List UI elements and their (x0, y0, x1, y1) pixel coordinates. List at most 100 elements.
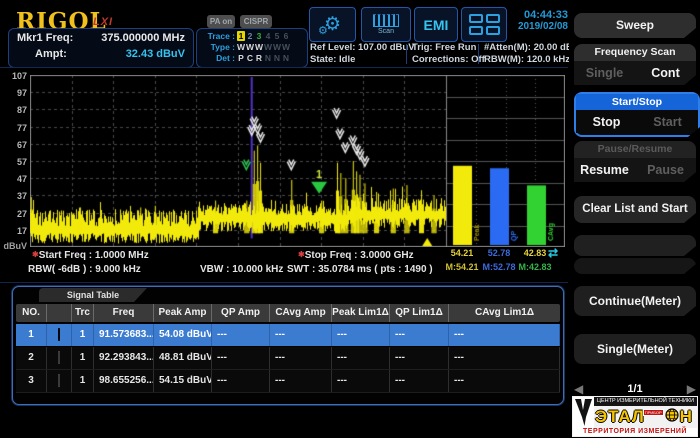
col-header-qp-amp: QP Amp (212, 304, 270, 322)
det-value: C (246, 53, 254, 63)
row-peak-lim: --- (332, 347, 390, 369)
start-stop-button[interactable]: Start/Stop Stop Start (574, 92, 700, 137)
trace-2-indicator[interactable]: 2 (246, 31, 254, 41)
col-header-cavg-amp: CAvg Amp (270, 304, 332, 322)
type-value: W (264, 42, 272, 52)
pa-on-button[interactable]: PA on (207, 15, 235, 28)
settings-info-strip: Ref Level: 107.00 dBuV State: Idle Trig:… (306, 42, 568, 66)
rbw-annotation: RBW( -6dB ) : 9.000 kHz (28, 264, 141, 275)
scan-button-label: Scan (378, 28, 394, 35)
emi-mode-button[interactable]: EMI (414, 7, 458, 42)
time-display: 04:44:33 (504, 9, 568, 21)
row-freq: 91.573683... (94, 324, 154, 346)
trig-readout: Trig: Free Run (412, 42, 485, 54)
row-peak-lim: --- (332, 370, 390, 392)
type-value: W (273, 42, 281, 52)
y-axis-tick: 87 (0, 105, 27, 115)
type-value: W (237, 42, 245, 52)
layout-view-button[interactable] (461, 7, 507, 42)
signal-table-header: NO. Trc Freq Peak Amp QP Amp CAvg Amp Pe… (16, 304, 560, 322)
trace-1-indicator[interactable]: 1 (237, 31, 245, 41)
freq-scan-single-option[interactable]: Single (574, 66, 635, 80)
row-cavg-amp: --- (270, 324, 332, 346)
row-qp-amp: --- (212, 370, 270, 392)
clear-list-and-start-button[interactable]: Clear List and Start (574, 196, 696, 223)
det-value: P (237, 53, 245, 63)
table-row-1[interactable]: 1 1 91.573683... 54.08 dBuV --- --- --- … (16, 324, 560, 346)
table-row-2[interactable]: 2 1 92.293843... 48.81 dBuV --- --- --- … (16, 347, 560, 370)
trace-4-indicator[interactable]: 4 (264, 31, 272, 41)
start-option[interactable]: Start (637, 115, 698, 129)
spectrum-table-divider (0, 282, 568, 283)
scan-mode-button[interactable]: Scan (361, 7, 411, 42)
clock: 04:44:33 2019/02/08 (504, 9, 568, 32)
uncal-star-icon: ✱ (298, 250, 305, 259)
checkbox[interactable] (58, 374, 60, 387)
marker-freq-value: 375.000000 MHz (101, 32, 185, 44)
spectrum-plot (30, 75, 565, 247)
softkey-menu: Sweep Frequency Scan Single Cont Start/S… (569, 0, 700, 438)
checkbox[interactable] (58, 351, 60, 364)
signal-table-tab[interactable]: Signal Table (39, 288, 147, 302)
col-header-cavg-lim: CAvg Lim1Δ (449, 304, 560, 322)
trace-5-indicator[interactable]: 5 (273, 31, 281, 41)
y-axis-tick: 97 (0, 88, 27, 98)
table-row-3[interactable]: 3 1 98.655256... 54.15 dBuV --- --- --- … (16, 370, 560, 393)
y-axis-tick: 37 (0, 191, 27, 201)
marker-freq-row: Mkr1 Freq: 375.000000 MHz (17, 32, 185, 44)
etalon-watermark: ЦЕНТР ИЗМЕРИТЕЛЬНОЙ ТЕХНИКИ ЭТАЛ ПРИБОР … (572, 396, 698, 437)
row-qp-amp: --- (212, 347, 270, 369)
marker-ampt-row: Ampt: 32.43 dBuV (17, 48, 185, 60)
watermark-bottom-text: ТЕРРИТОРИЯ ИЗМЕРЕНИЙ (573, 428, 697, 436)
row-check-cell[interactable] (47, 324, 72, 346)
cispr-button[interactable]: CISPR (240, 15, 272, 28)
col-header-no: NO. (16, 304, 47, 322)
trace-numbers-row: Trace :123456 (201, 31, 305, 41)
emi-button-label: EMI (424, 17, 449, 33)
continue-meter-button[interactable]: Continue(Meter) (574, 286, 696, 316)
row-check-cell[interactable] (47, 347, 72, 369)
det-value: R (255, 53, 263, 63)
globe-icon (665, 408, 679, 427)
pause-option[interactable]: Pause (635, 163, 696, 177)
ref-level-readout: Ref Level: 107.00 dBuV (310, 42, 415, 54)
frequency-scan-button[interactable]: Frequency Scan Single Cont (574, 44, 696, 85)
trace-3-indicator[interactable]: 3 (255, 31, 263, 41)
checkbox[interactable] (58, 328, 60, 341)
next-page-icon[interactable]: ▶ (687, 382, 696, 396)
page-number: 1/1 (627, 383, 642, 395)
state-readout: State: Idle (310, 54, 415, 66)
row-trc: 1 (72, 324, 94, 346)
freq-scan-cont-option[interactable]: Cont (635, 66, 696, 80)
stop-option[interactable]: Stop (576, 115, 637, 129)
trace-detectors-row: Det :PCRNNN (201, 53, 305, 63)
row-freq: 92.293843... (94, 347, 154, 369)
swt-annotation: SWT : 35.0784 ms ( pts : 1490 ) (287, 264, 433, 275)
empty-softkey (574, 258, 696, 274)
trace-status-panel: Trace :123456 Type :WWWWWW Det :PCRNNN (196, 28, 308, 68)
pause-resume-button[interactable]: Pause/Resume Resume Pause (574, 141, 696, 182)
row-freq: 98.655256... (94, 370, 154, 392)
col-header-peak-amp: Peak Amp (154, 304, 212, 322)
resume-option[interactable]: Resume (574, 163, 635, 177)
prev-page-icon[interactable]: ◀ (574, 382, 583, 396)
row-trc: 1 (72, 347, 94, 369)
meter-qp-max-value: M:52.78 (479, 262, 519, 272)
col-header-trc: Trc (72, 304, 94, 322)
frequency-scan-header: Frequency Scan (574, 44, 696, 61)
row-cavg-lim: --- (449, 324, 560, 346)
marker-ampt-value: 32.43 dBuV (126, 48, 185, 60)
single-meter-button[interactable]: Single(Meter) (574, 334, 696, 364)
row-cavg-lim: --- (449, 347, 560, 369)
swap-icon[interactable]: ⇄ (548, 246, 558, 260)
system-settings-button[interactable]: ⚙ ⚙ (309, 7, 356, 42)
scan-spectrum-icon (373, 14, 399, 27)
row-check-cell[interactable] (47, 370, 72, 392)
det-value: N (282, 53, 290, 63)
gear-small-icon: ⚙ (318, 24, 328, 37)
etalon-logo-mark-icon (573, 397, 594, 428)
trace-6-indicator[interactable]: 6 (282, 31, 290, 41)
y-axis-tick: 57 (0, 157, 27, 167)
row-qp-lim: --- (390, 324, 449, 346)
start-freq-annotation: ✱Start Freq : 1.0000 MHz (32, 250, 149, 261)
